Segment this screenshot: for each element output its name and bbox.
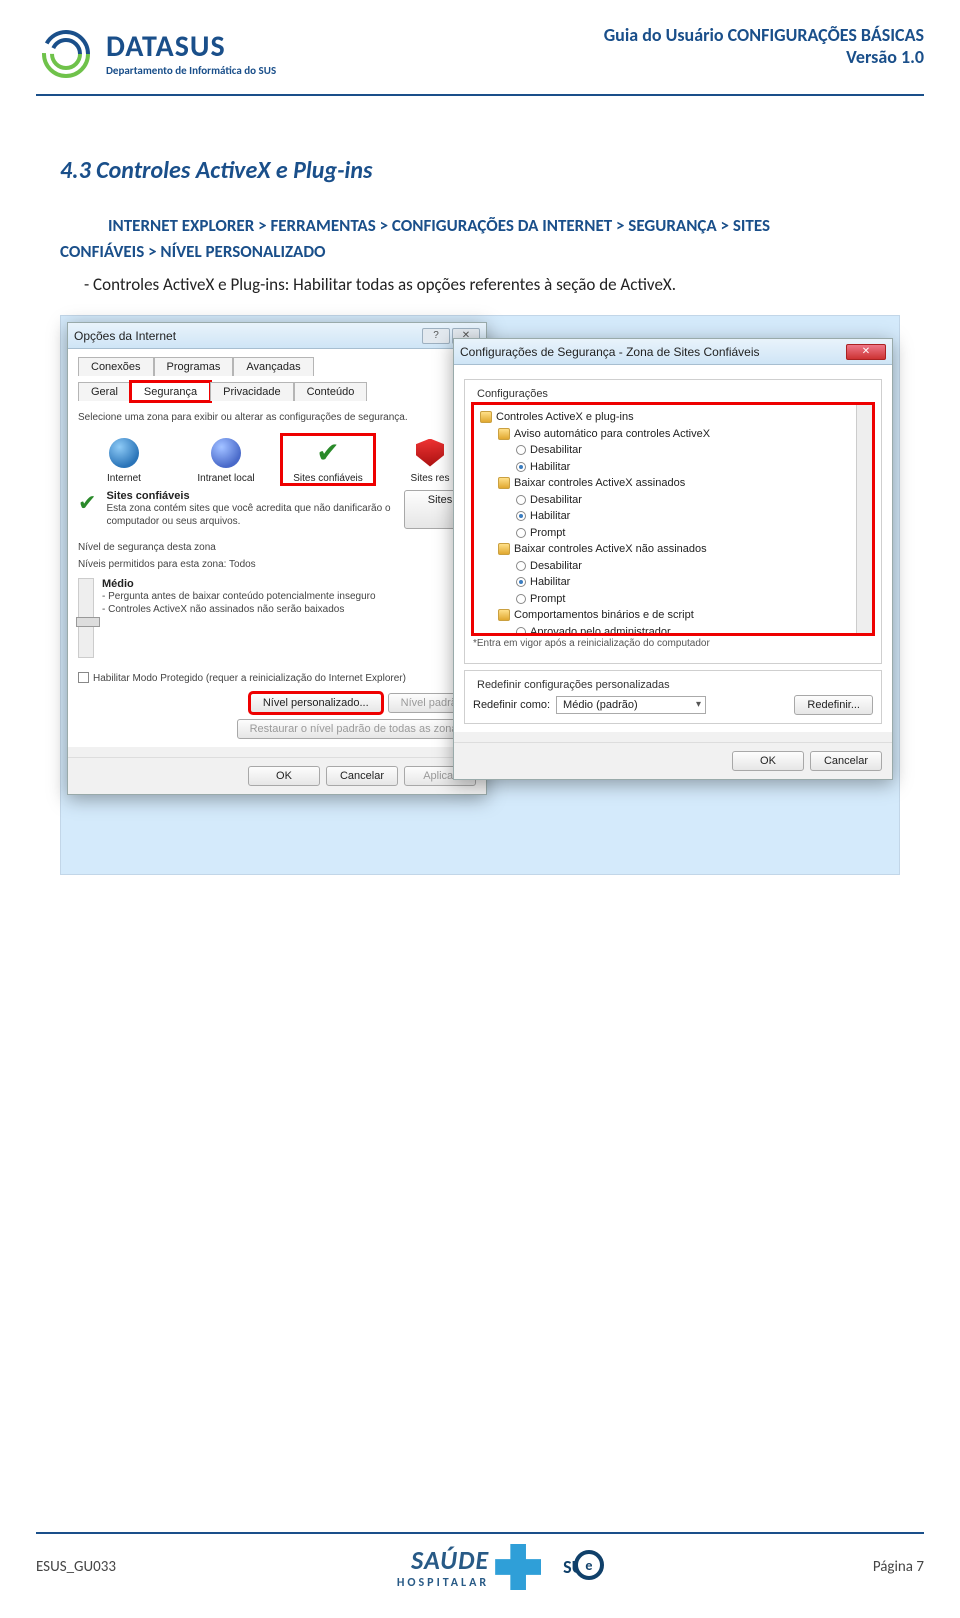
radio-icon[interactable]: [516, 594, 526, 604]
tree-option[interactable]: Aprovado pelo administrador: [516, 624, 866, 635]
close-icon[interactable]: ✕: [846, 344, 886, 360]
shield-icon: [416, 439, 444, 467]
help-icon[interactable]: ?: [422, 328, 450, 344]
section-title: 4.3 Controles ActiveX e Plug-ins: [60, 156, 900, 185]
tree-option[interactable]: Desabilitar: [516, 492, 866, 509]
path-line-1: INTERNET EXPLORER > FERRAMENTAS > CONFIG…: [108, 215, 770, 236]
level-allowed: Níveis permitidos para esta zona: Todos: [78, 558, 476, 572]
restore-defaults-button[interactable]: Restaurar o nível padrão de todas as zon…: [237, 719, 476, 739]
page-footer: ESUS_GU033 SAÚDE HOSPITALAR e SUS Página…: [36, 1532, 924, 1590]
radio-icon[interactable]: [516, 627, 526, 634]
security-level-slider[interactable]: [78, 578, 94, 658]
zone-selector: Internet Intranet local ✔Sites confiávei…: [78, 435, 476, 484]
scrollbar[interactable]: [856, 405, 872, 633]
ok-button[interactable]: OK: [732, 751, 804, 771]
cancel-button[interactable]: Cancelar: [810, 751, 882, 771]
guide-version: Versão 1.0: [604, 46, 924, 68]
document-id: ESUS_GU033: [36, 1558, 116, 1576]
tree-option[interactable]: Prompt: [516, 525, 866, 542]
tab-conteudo[interactable]: Conteúdo: [294, 382, 368, 401]
screenshot-container: Opções da Internet ? ✕ Conexões Programa…: [60, 315, 900, 875]
hospitalar-text: HOSPITALAR: [397, 1576, 489, 1590]
tab-seguranca[interactable]: Segurança: [131, 382, 210, 401]
reset-group-label: Redefinir configurações personalizadas: [473, 679, 674, 691]
tree-option[interactable]: Habilitar: [516, 459, 866, 476]
zone-intranet[interactable]: Intranet local: [180, 435, 272, 484]
radio-icon[interactable]: [516, 511, 526, 521]
tree-option[interactable]: Desabilitar: [516, 442, 866, 459]
tree-option[interactable]: Desabilitar: [516, 558, 866, 575]
brand-name: DATASUS: [106, 32, 276, 62]
tab-programas[interactable]: Programas: [154, 357, 234, 376]
category-icon: [498, 428, 510, 440]
checkmark-icon: ✔: [78, 490, 96, 529]
tree-option[interactable]: Habilitar: [516, 574, 866, 591]
dialog1-title: Opções da Internet: [74, 329, 422, 343]
level-desc-1: - Pergunta antes de baixar conteúdo pote…: [102, 590, 376, 604]
tree-option[interactable]: Prompt: [516, 591, 866, 608]
tree-category: Comportamentos binários e de script: [498, 607, 866, 624]
footer-logo: SAÚDE HOSPITALAR e SUS: [397, 1544, 592, 1590]
cancel-button[interactable]: Cancelar: [326, 766, 398, 786]
level-section-label: Nível de segurança desta zona: [78, 541, 476, 555]
page-number: Página 7: [873, 1558, 924, 1576]
tabs-row-1: Conexões Programas Avançadas: [78, 357, 476, 376]
zone-description: Esta zona contém sites que você acredita…: [106, 502, 394, 529]
reset-level-select[interactable]: Médio (padrão): [556, 696, 706, 714]
zone-instruction: Selecione uma zona para exibir ou altera…: [78, 411, 476, 425]
tree-category: Baixar controles ActiveX não assinados: [498, 541, 866, 558]
zone-sites-confiaveis[interactable]: ✔Sites confiáveis: [282, 435, 374, 484]
radio-icon[interactable]: [516, 445, 526, 455]
dialog1-titlebar[interactable]: Opções da Internet ? ✕: [68, 323, 486, 349]
category-icon: [498, 609, 510, 621]
level-desc-2: - Controles ActiveX não assinados não se…: [102, 603, 376, 617]
tab-avancadas[interactable]: Avançadas: [233, 357, 313, 376]
tree-option[interactable]: Habilitar: [516, 508, 866, 525]
settings-group-label: Configurações: [473, 388, 552, 400]
guide-title: Guia do Usuário CONFIGURAÇÕES BÁSICAS: [604, 24, 924, 46]
navigation-path: INTERNET EXPLORER > FERRAMENTAS > CONFIG…: [60, 213, 900, 264]
checkmark-icon: ✔: [316, 436, 339, 469]
globe-icon: [109, 438, 139, 468]
restart-note: *Entra em vigor após a reinicialização d…: [473, 638, 873, 649]
category-icon: [498, 543, 510, 555]
reset-label: Redefinir como:: [473, 699, 550, 711]
tab-privacidade[interactable]: Privacidade: [210, 382, 293, 401]
path-line-2: CONFIÁVEIS > NÍVEL PERSONALIZADO: [60, 239, 900, 265]
globe-icon: [211, 438, 241, 468]
brand-subtitle: Departamento de Informática do SUS: [106, 64, 276, 77]
protected-mode-label: Habilitar Modo Protegido (requer a reini…: [93, 673, 406, 684]
page-header: DATASUS Departamento de Informática do S…: [36, 0, 924, 96]
tree-category: Baixar controles ActiveX assinados: [498, 475, 866, 492]
zone-internet[interactable]: Internet: [78, 435, 170, 484]
saude-logo-text: SAÚDE: [397, 1544, 489, 1576]
reset-button[interactable]: Redefinir...: [794, 695, 873, 715]
radio-icon[interactable]: [516, 577, 526, 587]
zone-name: Sites confiáveis: [106, 490, 394, 502]
tab-geral[interactable]: Geral: [78, 382, 131, 401]
radio-icon[interactable]: [516, 561, 526, 571]
document-body: 4.3 Controles ActiveX e Plug-ins INTERNE…: [36, 96, 924, 875]
dialog2-titlebar[interactable]: Configurações de Segurança - Zona de Sit…: [454, 339, 892, 365]
tab-conexoes[interactable]: Conexões: [78, 357, 154, 376]
radio-icon[interactable]: [516, 495, 526, 505]
radio-icon[interactable]: [516, 528, 526, 538]
level-name: Médio: [102, 578, 376, 590]
internet-options-dialog: Opções da Internet ? ✕ Conexões Programa…: [67, 322, 487, 795]
security-settings-dialog: Configurações de Segurança - Zona de Sit…: [453, 338, 893, 780]
dialog2-title: Configurações de Segurança - Zona de Sit…: [460, 345, 846, 359]
instruction-bullet: - Controles ActiveX e Plug-ins: Habilita…: [84, 274, 900, 295]
custom-level-button[interactable]: Nível personalizado...: [250, 693, 382, 713]
tree-category: Controles ActiveX e plug-ins: [480, 409, 866, 426]
category-icon: [498, 477, 510, 489]
datasus-logo-icon: [36, 24, 96, 84]
esus-logo-icon: e SUS: [495, 1544, 592, 1590]
tabs-row-2: Geral Segurança Privacidade Conteúdo: [78, 382, 476, 401]
protected-mode-checkbox[interactable]: [78, 672, 89, 683]
settings-tree[interactable]: Controles ActiveX e plug-insAviso automá…: [473, 404, 873, 634]
radio-icon[interactable]: [516, 462, 526, 472]
category-icon: [480, 411, 492, 423]
ok-button[interactable]: OK: [248, 766, 320, 786]
tree-category: Aviso automático para controles ActiveX: [498, 426, 866, 443]
